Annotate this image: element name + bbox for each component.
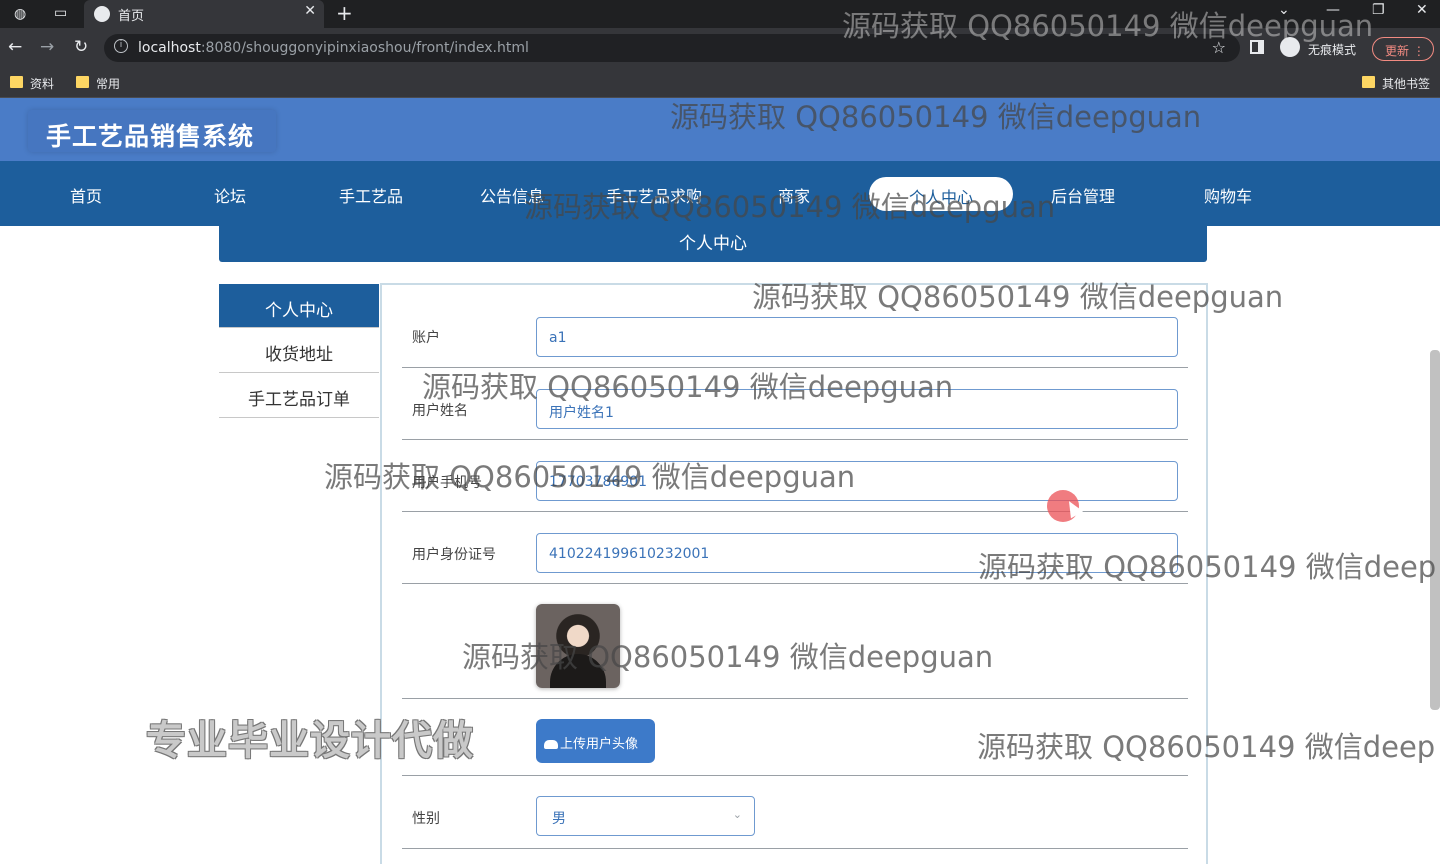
nav-item-merchants[interactable]: 商家 (778, 183, 810, 207)
nav-item-home[interactable]: 首页 (70, 183, 102, 207)
avatar (536, 604, 620, 688)
incognito-icon[interactable] (1280, 37, 1300, 57)
phone-label: 用户手机号 (412, 475, 482, 491)
account-label: 账户 (412, 330, 440, 346)
nav-item-forum[interactable]: 论坛 (214, 183, 246, 207)
nav-item-purchase-requests[interactable]: 手工艺品求购 (606, 183, 702, 207)
minimize-icon[interactable]: — (1326, 2, 1340, 18)
nav-item-announcements[interactable]: 公告信息 (480, 183, 544, 207)
idcard-label: 用户身份证号 (412, 547, 496, 563)
phone-input[interactable]: 17703786901 (536, 461, 1178, 501)
nav-item-cart[interactable]: 购物车 (1204, 183, 1252, 207)
name-input[interactable]: 用户姓名1 (536, 389, 1178, 429)
bookmark-folder[interactable]: 常用 (74, 75, 120, 92)
nav-item-admin[interactable]: 后台管理 (1051, 183, 1115, 207)
back-icon[interactable]: ← (8, 37, 22, 57)
side-item-orders[interactable]: 手工艺品订单 (219, 373, 379, 418)
reload-icon[interactable]: ↻ (74, 37, 88, 57)
forward-icon[interactable]: → (40, 37, 54, 57)
bookmark-star-icon[interactable]: ☆ (1212, 38, 1226, 57)
browser-toolbar: ← → ↻ i localhost:8080/shouggonyipinxiao… (0, 28, 1440, 68)
form-row-name: 用户姓名 用户姓名1 (402, 368, 1188, 440)
form-row-idcard: 用户身份证号 410224199610232001 (402, 512, 1188, 584)
nav-item-personal-center[interactable]: 个人中心 (869, 177, 1014, 211)
incognito-label: 无痕模式 (1308, 43, 1357, 57)
promo-banner: 专业毕业设计代做 (146, 718, 474, 764)
side-menu: 个人中心 收货地址 手工艺品订单 (219, 284, 379, 418)
page-scrollbar[interactable] (1430, 350, 1440, 710)
site-header: 手工艺品销售系统 (0, 98, 1440, 161)
site-logo[interactable]: 手工艺品销售系统 (28, 110, 276, 152)
globe-icon (94, 6, 110, 22)
side-item-address[interactable]: 收货地址 (219, 328, 379, 373)
bookmarks-bar: 资料 常用 其他书签 (0, 68, 1440, 98)
browser-tab[interactable]: 首页 ✕ (84, 0, 324, 28)
form-row-account: 账户 a1 (402, 285, 1188, 368)
account-input[interactable]: a1 (536, 317, 1178, 357)
bookmark-folder[interactable]: 资料 (8, 75, 54, 92)
address-bar[interactable]: i localhost:8080/shouggonyipinxiaoshou/f… (104, 34, 1240, 62)
side-panel-icon[interactable] (1250, 40, 1264, 54)
chevron-down-icon[interactable]: ⌄ (1278, 2, 1290, 18)
gender-select[interactable]: 男 ⌄ (536, 796, 755, 836)
profile-form: 账户 a1 用户姓名 用户姓名1 用户手机号 17703786901 用户身份证… (380, 283, 1208, 864)
update-button[interactable]: 更新 ⋮ (1372, 37, 1434, 61)
url-text[interactable]: localhost:8080/shouggonyipinxiaoshou/fro… (138, 40, 529, 56)
info-icon[interactable]: i (114, 39, 128, 53)
idcard-input[interactable]: 410224199610232001 (536, 533, 1178, 573)
restore-icon[interactable]: ❐ (1372, 2, 1385, 18)
window-icon[interactable]: ▭ (54, 5, 67, 21)
other-bookmarks-folder[interactable]: 其他书签 (1360, 75, 1430, 92)
tab-title: 首页 (118, 9, 145, 24)
nav-item-handicrafts[interactable]: 手工艺品 (339, 183, 403, 207)
close-icon[interactable]: ✕ (304, 3, 316, 19)
cloud-upload-icon (544, 740, 558, 749)
chevron-down-icon: ⌄ (732, 808, 742, 821)
upload-avatar-button[interactable]: 上传用户头像 (536, 719, 655, 763)
browser-tab-strip: ◍ ▭ 首页 ✕ + ⌄ — ❐ ✕ (0, 0, 1440, 28)
new-tab-button[interactable]: + (336, 1, 353, 25)
panel-title: 个人中心 (679, 234, 747, 254)
form-row-avatar (402, 584, 1188, 699)
chrome-menu-icon[interactable]: ◍ (14, 6, 26, 22)
name-label: 用户姓名 (412, 403, 468, 419)
window-close-icon[interactable]: ✕ (1416, 2, 1428, 18)
form-row-gender: 性别 男 ⌄ (402, 776, 1188, 849)
gender-label: 性别 (412, 811, 440, 827)
main-nav: 首页 论坛 手工艺品 公告信息 手工艺品求购 商家 个人中心 后台管理 购物车 (0, 161, 1440, 226)
panel-title-bar: 个人中心 (219, 226, 1207, 262)
side-item-personal-center[interactable]: 个人中心 (219, 284, 379, 328)
form-row-upload: 上传用户头像 (402, 699, 1188, 776)
site-title: 手工艺品销售系统 (46, 122, 255, 151)
